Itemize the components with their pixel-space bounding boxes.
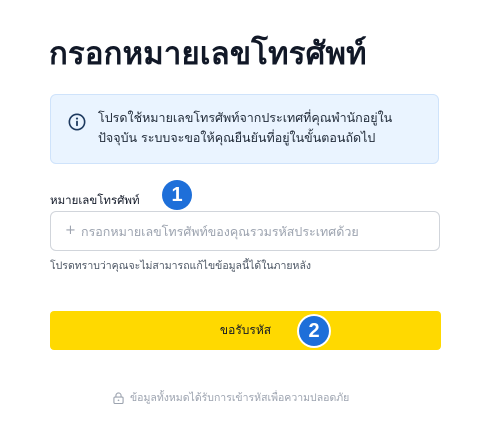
country-code-prefix: +	[65, 223, 76, 238]
phone-field-label: หมายเลขโทรศัพท์	[50, 193, 140, 207]
info-circle-icon	[68, 113, 86, 131]
security-note-text: ข้อมูลทั้งหมดได้รับการเข้ารหัสเพื่อความป…	[130, 392, 350, 404]
lock-icon	[113, 391, 124, 404]
step-badge-1: 1	[162, 180, 192, 210]
request-code-button[interactable]: ขอรับรหัส	[50, 311, 441, 350]
phone-helper-text: โปรดทราบว่าคุณจะไม่สามารถแก้ไขข้อมูลนี้ไ…	[50, 260, 312, 272]
phone-entry-page: กรอกหมายเลขโทรศัพท์ โปรดใช้หมายเลขโทรศัพ…	[0, 0, 487, 440]
page-title: กรอกหมายเลขโทรศัพท์	[49, 36, 367, 72]
info-notice-text: โปรดใช้หมายเลขโทรศัพท์จากประเทศที่คุณพำน…	[98, 110, 393, 145]
phone-input-container[interactable]: +	[50, 211, 440, 251]
security-note: ข้อมูลทั้งหมดได้รับการเข้ารหัสเพื่อความป…	[113, 389, 349, 406]
phone-number-input[interactable]	[81, 212, 433, 250]
step-badge-2: 2	[299, 316, 329, 346]
info-notice: โปรดใช้หมายเลขโทรศัพท์จากประเทศที่คุณพำน…	[50, 94, 439, 164]
